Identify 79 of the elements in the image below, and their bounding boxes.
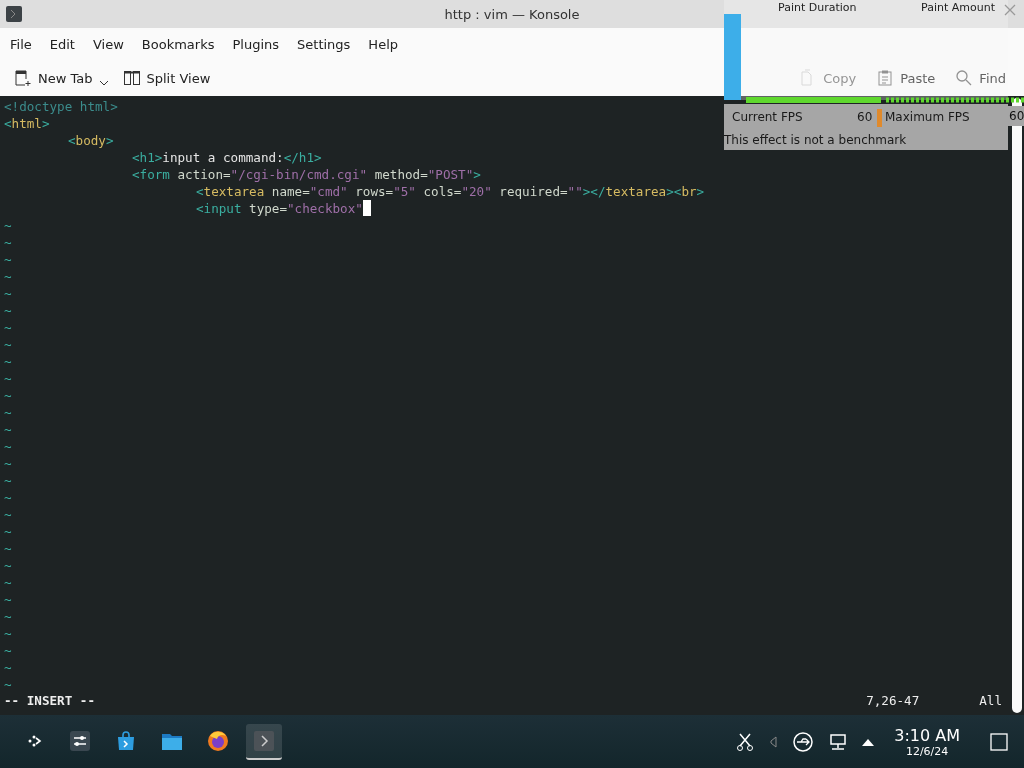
chart-label: Paint Duration (778, 1, 857, 14)
shopping-bag-icon (115, 729, 137, 752)
terminal-icon (253, 729, 275, 752)
empty-line-marker: ~ (3, 421, 12, 438)
fps-marker (877, 109, 882, 127)
empty-line-marker: ~ (3, 353, 12, 370)
empty-line-marker: ~ (3, 659, 12, 676)
fps-value: 60 (1008, 106, 1024, 126)
mode-indicator: -- INSERT -- (3, 692, 95, 709)
empty-line-marker: ~ (3, 472, 12, 489)
empty-line-marker: ~ (3, 642, 12, 659)
code-line: <h1>input a command:</h1> (131, 149, 322, 166)
usb-icon[interactable] (792, 730, 815, 753)
caret-icon (98, 79, 109, 87)
empty-line-marker: ~ (3, 285, 12, 302)
empty-line-marker: ~ (3, 574, 12, 591)
menu-item[interactable]: Bookmarks (135, 36, 221, 52)
terminal-icon (6, 6, 22, 22)
expand-tray-icon[interactable] (862, 737, 875, 746)
show-desktop-icon[interactable] (990, 732, 1008, 751)
empty-line-marker: ~ (3, 217, 12, 234)
new-tab-icon (14, 69, 32, 87)
benchmark-note: This effect is not a benchmark (724, 133, 907, 147)
empty-line-marker: ~ (3, 557, 12, 574)
empty-line-marker: ~ (3, 319, 12, 336)
search-icon (955, 69, 974, 87)
empty-line-marker: ~ (3, 455, 12, 472)
code-line: <input type="checkbox" (192, 200, 371, 217)
code-line: <form action="/cgi-bin/cmd.cgi" method="POST"> (131, 166, 481, 183)
clock-date[interactable]: 12/6/24 (905, 744, 949, 758)
empty-line-marker: ~ (3, 506, 12, 523)
menu-item[interactable]: Help (362, 36, 404, 52)
code-line: <!doctype html> (3, 98, 118, 115)
scroll-indicator: All (979, 692, 1002, 709)
speaker-icon[interactable] (768, 735, 779, 748)
empty-line-marker: ~ (3, 676, 12, 693)
menu-item[interactable]: Plugins (226, 36, 286, 52)
code-line: <body> (67, 132, 114, 149)
empty-line-marker: ~ (3, 251, 12, 268)
scissors-icon[interactable] (736, 731, 755, 752)
network-icon[interactable] (828, 731, 849, 752)
toolbar-button[interactable]: New Tab (10, 66, 113, 90)
scrollbar[interactable] (1012, 98, 1022, 713)
empty-line-marker: ~ (3, 387, 12, 404)
empty-line-marker: ~ (3, 591, 12, 608)
code-line: <textarea name="cmd" rows="5" cols="20" required=""></textarea><br> (195, 183, 705, 200)
fps-label: Current FPS (732, 110, 803, 124)
menu-item[interactable]: File (4, 36, 38, 52)
cursor-position: 7,26-47 (866, 692, 920, 709)
clock-time[interactable]: 3:10 AM (894, 725, 960, 745)
settings-icon (69, 729, 91, 752)
empty-line-marker: ~ (3, 234, 12, 251)
empty-line-marker: ~ (3, 523, 12, 540)
taskbar-app[interactable] (246, 723, 282, 760)
clipboard-icon (876, 69, 895, 87)
empty-line-marker: ~ (3, 608, 12, 625)
window-title: http : vim — Konsole (444, 6, 580, 22)
fps-label: Maximum FPS (885, 110, 970, 124)
globe-fox-icon (207, 729, 229, 752)
empty-line-marker: ~ (3, 336, 12, 353)
empty-line-marker: ~ (3, 540, 12, 557)
empty-line-marker: ~ (3, 268, 12, 285)
fps-value: 60 (857, 110, 873, 124)
empty-line-marker: ~ (3, 370, 12, 387)
empty-line-marker: ~ (3, 302, 12, 319)
toolbar-button[interactable]: Split View (118, 66, 215, 90)
split-view-icon (122, 69, 141, 87)
empty-line-marker: ~ (3, 625, 12, 642)
menu-item[interactable]: Settings (291, 36, 357, 52)
chart-label: Paint Amount (921, 1, 995, 14)
code-line: <html> (3, 115, 50, 132)
toolbar-button[interactable]: Find (951, 66, 1010, 90)
toolbar-button[interactable]: Paste (872, 66, 940, 90)
empty-line-marker: ~ (3, 489, 12, 506)
menu-item[interactable]: Edit (43, 36, 81, 52)
empty-line-marker: ~ (3, 438, 12, 455)
empty-line-marker: ~ (3, 404, 12, 421)
terminal-area[interactable] (0, 96, 1024, 715)
menu-item[interactable]: View (86, 36, 130, 52)
